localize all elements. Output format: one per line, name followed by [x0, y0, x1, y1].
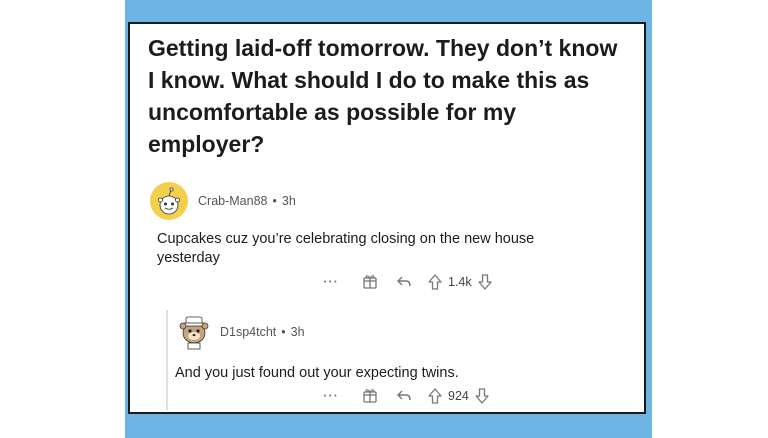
thread-line[interactable] — [166, 310, 168, 410]
award-icon[interactable] — [362, 388, 378, 404]
comment-actions: ··· 924 — [320, 388, 489, 404]
comment-author[interactable]: D1sp4tcht — [220, 325, 276, 339]
comment-actions: ··· 1.4k — [320, 274, 492, 290]
post-title: Getting laid-off tomorrow. They don’t kn… — [148, 35, 618, 157]
post-card: Getting laid-off tomorrow. They don’t kn… — [128, 22, 646, 414]
comment-body: And you just found out your expecting tw… — [175, 365, 459, 381]
vote-count: 924 — [448, 389, 469, 403]
downvote-icon[interactable] — [475, 388, 489, 404]
meta-separator: • — [272, 194, 277, 208]
comment-meta: Crab-Man88 • 3h — [198, 194, 296, 208]
reply-icon[interactable] — [396, 275, 412, 289]
snoo-avatar-icon[interactable] — [150, 182, 188, 220]
more-options-icon[interactable]: ··· — [320, 389, 342, 403]
award-icon[interactable] — [362, 274, 378, 290]
comment-author[interactable]: Crab-Man88 — [198, 194, 267, 208]
downvote-icon[interactable] — [477, 274, 492, 290]
vote-count: 1.4k — [448, 275, 472, 289]
meta-separator: • — [281, 325, 286, 339]
comment-time: 3h — [290, 325, 305, 339]
reply-icon[interactable] — [396, 389, 412, 403]
more-options-icon[interactable]: ··· — [320, 275, 342, 289]
upvote-icon[interactable] — [428, 274, 442, 290]
comment-meta: D1sp4tcht • 3h — [220, 325, 305, 339]
snoo-avatar-icon[interactable] — [174, 307, 214, 351]
comment-body: Cupcakes cuz you’re celebrating closing … — [157, 231, 535, 266]
upvote-icon[interactable] — [428, 388, 442, 404]
comment-time: 3h — [281, 194, 296, 208]
